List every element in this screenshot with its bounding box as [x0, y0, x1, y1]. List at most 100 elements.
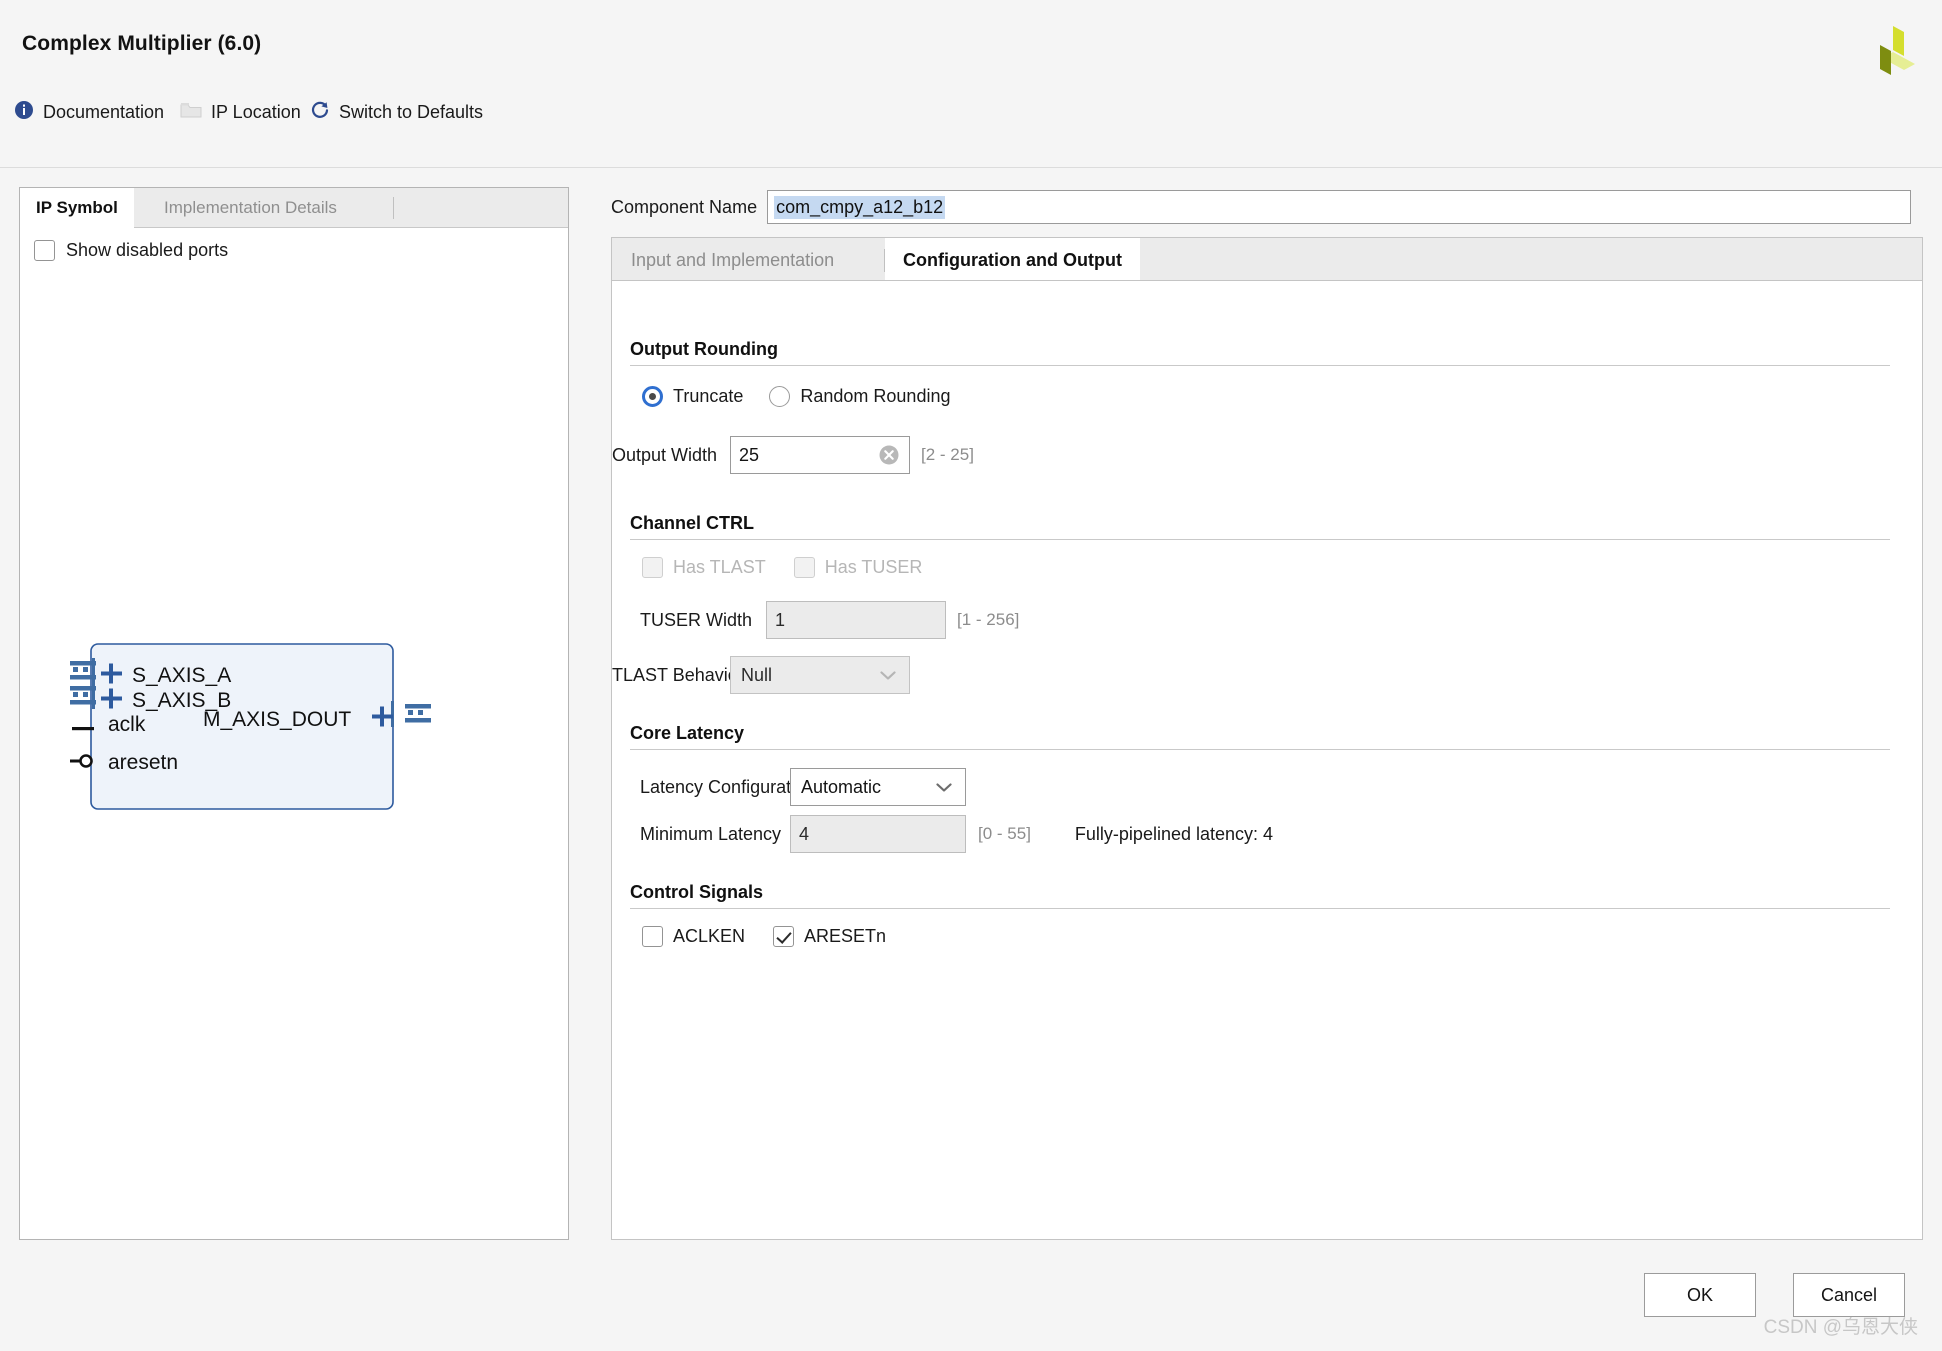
latency-configuration-row: Latency Configuration Automatic	[640, 768, 966, 806]
ip-symbol-panel: IP Symbol Implementation Details Show di…	[19, 187, 569, 1240]
config-panel-body: Output Rounding Truncate Random Rounding…	[611, 280, 1923, 1240]
group-channel-ctrl: Channel CTRL	[630, 513, 754, 534]
refresh-icon	[310, 100, 330, 125]
toolbar-item-switch-to-defaults[interactable]: Switch to Defaults	[310, 90, 483, 135]
radio-truncate-label: Truncate	[673, 386, 744, 406]
tab-implementation-details-label: Implementation Details	[164, 198, 337, 217]
aresetn-checkbox[interactable]	[773, 926, 795, 947]
tuser-width-range: [1 - 256]	[957, 610, 1020, 629]
latency-configuration-value: Automatic	[801, 776, 882, 797]
toolbar-divider	[0, 167, 1942, 168]
tab-input-and-implementation-label: Input and Implementation	[631, 249, 835, 270]
radio-random-rounding-label: Random Rounding	[800, 386, 951, 406]
component-name-row: Component Name com_cmpy_a12_b12	[611, 187, 1912, 227]
chevron-down-icon	[880, 665, 896, 686]
rounding-mode-radio-group: Truncate Random Rounding	[642, 386, 950, 407]
show-disabled-ports-checkbox[interactable]	[34, 240, 55, 261]
minimum-latency-range: [0 - 55]	[978, 824, 1031, 843]
toolbar: Documentation IP Location Switch to Defa…	[0, 90, 1942, 135]
has-tlast-label: Has TLAST	[673, 557, 766, 577]
tlast-behavior-label: TLAST Behavior	[612, 664, 744, 685]
ok-button-label: OK	[1686, 1284, 1713, 1305]
toolbar-item-documentation[interactable]: Documentation	[14, 90, 164, 135]
group-title-output-rounding: Output Rounding	[630, 339, 778, 359]
tuser-width-row: TUSER Width 1 [1 - 256]	[640, 601, 1019, 639]
ip-configuration-dialog: Complex Multiplier (6.0) Documentation I…	[0, 0, 1942, 1351]
group-core-latency: Core Latency	[630, 723, 744, 744]
svg-text:aclk: aclk	[108, 713, 146, 736]
minimum-latency-label: Minimum Latency	[640, 823, 782, 844]
group-rule-core-latency	[630, 749, 1890, 750]
group-rule-output-rounding	[630, 365, 1890, 366]
tab-configuration-and-output-label: Configuration and Output	[903, 249, 1122, 270]
component-name-input[interactable]: com_cmpy_a12_b12	[767, 190, 1912, 224]
output-width-value: 25	[739, 444, 760, 465]
toolbar-item-ip-location[interactable]: IP Location	[180, 90, 301, 135]
group-title-control-signals: Control Signals	[630, 882, 764, 902]
toolbar-label-documentation: Documentation	[43, 102, 165, 122]
tuser-width-value: 1	[775, 609, 786, 630]
tuser-width-input: 1	[766, 601, 946, 639]
xilinx-logo	[1862, 18, 1924, 76]
aclken-checkbox[interactable]	[642, 926, 663, 947]
radio-random-rounding[interactable]	[769, 386, 791, 407]
tab-input-and-implementation[interactable]: Input and Implementation	[613, 238, 852, 282]
output-width-label: Output Width	[612, 444, 718, 465]
aclken-label: ACLKEN	[673, 926, 746, 946]
fully-pipelined-latency-note: Fully-pipelined latency: 4	[1074, 823, 1274, 844]
tab-ip-symbol-label: IP Symbol	[36, 197, 118, 217]
tab-separator	[393, 197, 394, 219]
title-bar: Complex Multiplier (6.0)	[0, 0, 1942, 90]
ok-button[interactable]: OK	[1644, 1273, 1756, 1317]
clear-circle-icon[interactable]	[878, 444, 900, 466]
output-width-input[interactable]: 25	[730, 436, 910, 474]
ip-symbol-diagram: S_AXIS_A S_AXIS_B M_AXIS_DOUT aclk arese…	[20, 188, 570, 1241]
cancel-button[interactable]: Cancel	[1793, 1273, 1905, 1317]
svg-text:aresetn: aresetn	[108, 751, 178, 774]
tlast-behavior-select: Null	[730, 656, 910, 694]
has-tuser-checkbox	[793, 557, 815, 578]
tlast-behavior-row: TLAST Behavior Null	[612, 656, 910, 694]
info-icon	[14, 100, 34, 125]
page-title: Complex Multiplier (6.0)	[22, 32, 262, 55]
group-control-signals: Control Signals	[630, 882, 763, 903]
minimum-latency-input: 4	[790, 815, 966, 853]
config-panel: Component Name com_cmpy_a12_b12 Input an…	[611, 187, 1923, 1240]
group-rule-control-signals	[630, 908, 1890, 909]
svg-text:S_AXIS_B: S_AXIS_B	[132, 689, 231, 712]
dialog-footer: OK Cancel	[0, 1240, 1942, 1351]
group-output-rounding: Output Rounding	[630, 339, 778, 360]
svg-text:S_AXIS_A: S_AXIS_A	[132, 664, 231, 687]
channel-ctrl-checkbox-row: Has TLAST Has TUSER	[642, 557, 922, 578]
radio-truncate[interactable]	[642, 386, 663, 407]
tlast-behavior-value: Null	[741, 664, 773, 685]
tab-implementation-details[interactable]: Implementation Details	[148, 188, 353, 228]
show-disabled-ports-label: Show disabled ports	[66, 240, 229, 260]
cancel-button-label: Cancel	[1820, 1284, 1878, 1305]
has-tuser-label: Has TUSER	[824, 557, 923, 577]
minimum-latency-value: 4	[799, 823, 810, 844]
left-tabstrip: IP Symbol Implementation Details	[20, 188, 568, 228]
tab-ip-symbol[interactable]: IP Symbol	[20, 188, 134, 228]
latency-configuration-select[interactable]: Automatic	[790, 768, 966, 806]
component-name-label: Component Name	[611, 196, 758, 217]
watermark: CSDN @乌恩大侠	[1763, 1317, 1918, 1338]
toolbar-label-ip-location: IP Location	[211, 102, 301, 122]
tab-configuration-and-output[interactable]: Configuration and Output	[885, 238, 1140, 282]
tuser-width-label: TUSER Width	[640, 609, 753, 630]
group-title-channel-ctrl: Channel CTRL	[630, 513, 754, 533]
output-width-range: [2 - 25]	[921, 445, 974, 464]
config-tabstrip: Input and Implementation Configuration a…	[611, 237, 1923, 282]
show-disabled-ports-row[interactable]: Show disabled ports	[34, 240, 228, 261]
has-tlast-checkbox	[642, 557, 663, 578]
folder-icon	[180, 101, 202, 124]
minimum-latency-row: Minimum Latency 4 [0 - 55] Fully-pipelin…	[640, 815, 1273, 853]
toolbar-label-switch-to-defaults: Switch to Defaults	[339, 102, 484, 122]
chevron-down-icon	[936, 777, 952, 798]
output-width-row: Output Width 25 [2 - 25]	[612, 436, 974, 474]
control-signals-row: ACLKEN ARESETn	[642, 926, 886, 947]
svg-text:M_AXIS_DOUT: M_AXIS_DOUT	[203, 708, 351, 731]
group-rule-channel-ctrl	[630, 539, 1890, 540]
latency-configuration-label: Latency Configuration	[640, 776, 816, 797]
aresetn-label: ARESETn	[804, 926, 887, 946]
